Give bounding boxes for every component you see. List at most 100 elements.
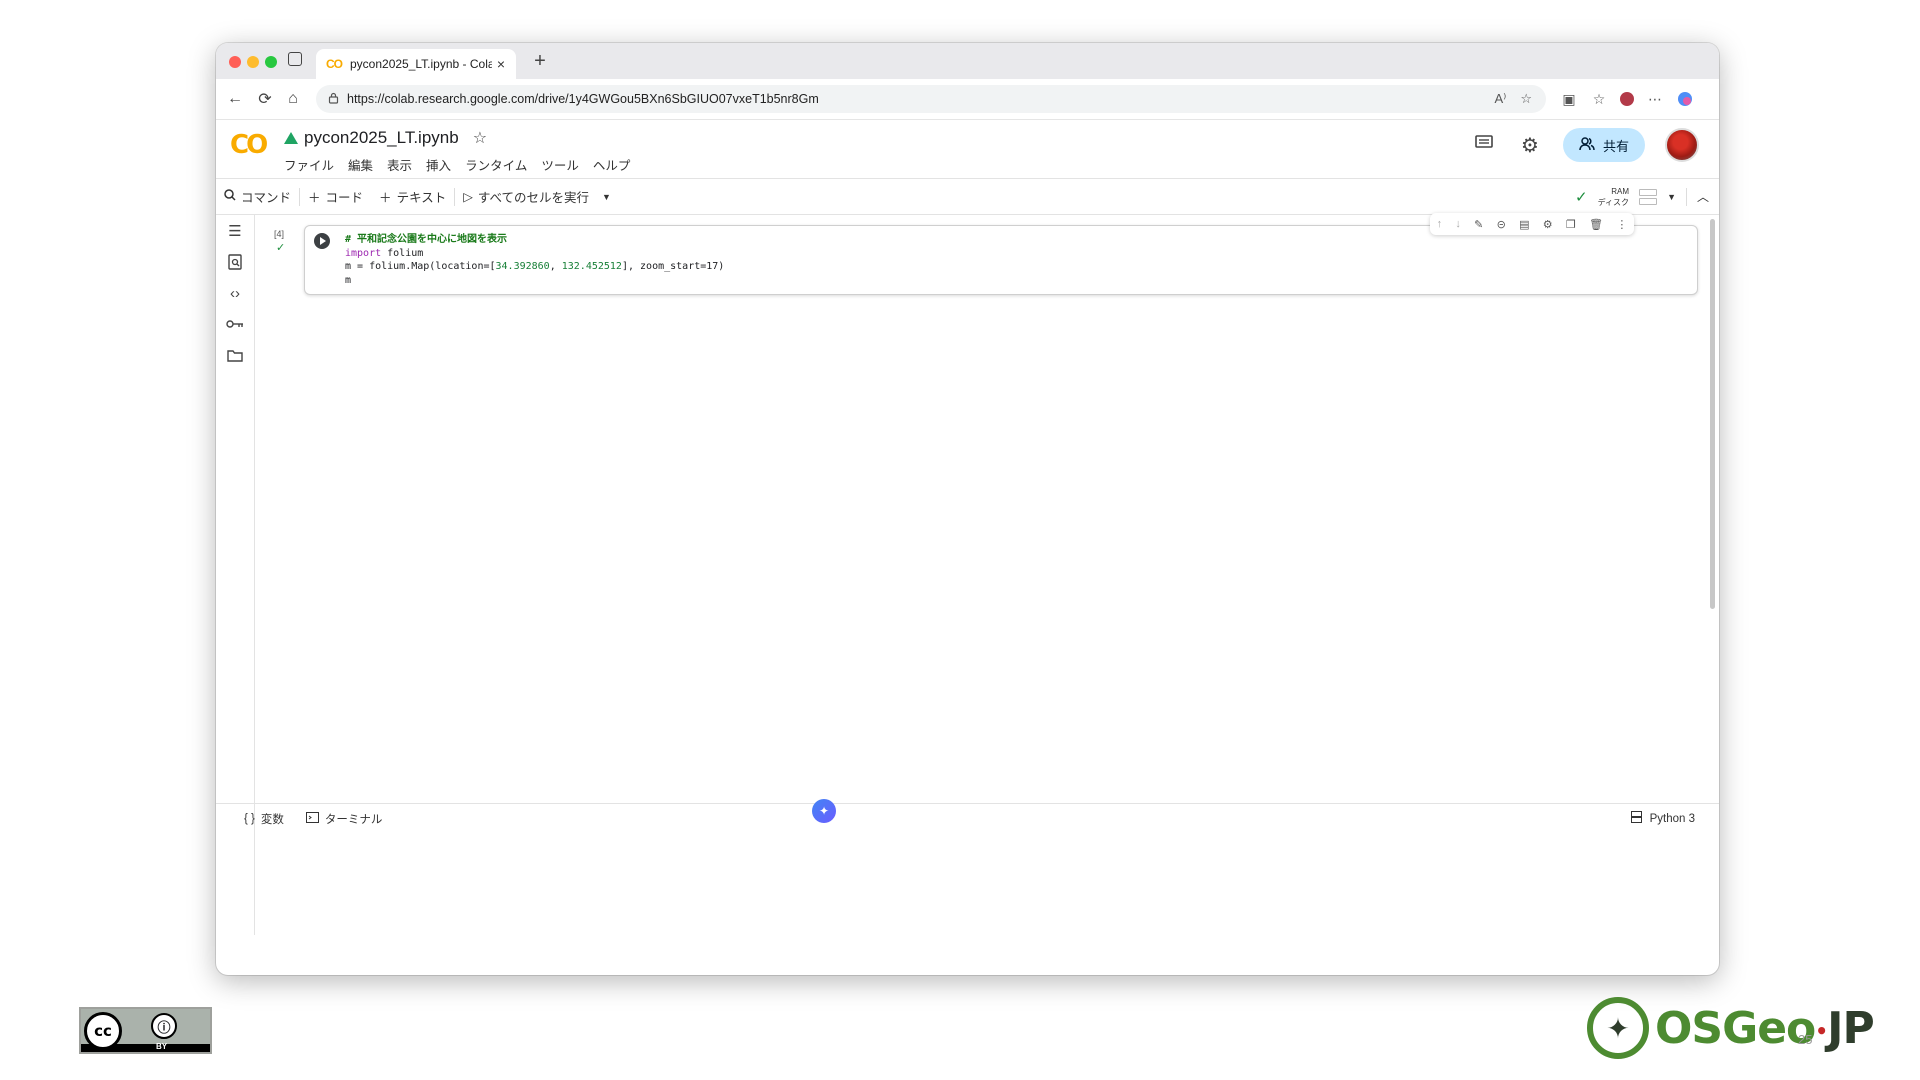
code-keyword: import (345, 247, 382, 259)
menu-edit[interactable]: 編集 (348, 155, 373, 174)
more-vert-icon[interactable]: ⋮ (1616, 218, 1627, 231)
account-avatar[interactable] (1665, 128, 1699, 162)
menu-help[interactable]: ヘルプ (593, 155, 631, 174)
split-screen-icon[interactable]: ▣ (1558, 88, 1580, 110)
code-text: , (549, 261, 562, 272)
profile-icon[interactable] (1616, 88, 1638, 110)
new-tab-button[interactable]: + (528, 49, 552, 73)
variables-button[interactable]: { } 変数 (244, 811, 284, 827)
runtime-status[interactable]: Python 3 (1630, 811, 1695, 826)
colab-favicon-icon: CO (326, 57, 343, 71)
code-number: 34.392860 (495, 261, 550, 272)
run-cell-button[interactable] (314, 233, 330, 249)
resource-bars (1639, 188, 1658, 205)
people-icon (1579, 136, 1595, 154)
disk-label: ディスク (1597, 197, 1630, 207)
terminal-icon (305, 812, 319, 826)
settings-gear-icon[interactable]: ⚙ (1517, 133, 1543, 158)
comment-icon[interactable] (1471, 134, 1497, 157)
text-label: テキスト (396, 191, 447, 205)
read-aloud-icon[interactable]: A⁾ (1494, 91, 1506, 107)
tab-close-icon[interactable]: × (492, 56, 510, 72)
page-number: 25 (1798, 1032, 1813, 1047)
url-text[interactable]: https://colab.research.google.com/drive/… (347, 92, 1494, 106)
close-window-button[interactable] (229, 56, 241, 68)
cc-logo: cc (84, 1012, 122, 1050)
variables-label: 変数 (260, 814, 284, 826)
resource-monitor[interactable]: RAM ディスク (1598, 186, 1629, 208)
code-snippets-icon[interactable]: ‹› (225, 283, 245, 303)
command-palette-button[interactable]: コマンド (216, 179, 299, 214)
secrets-key-icon[interactable] (225, 314, 245, 334)
tab-bar: CO pycon2025_LT.ipynb - Colab × + (216, 43, 1719, 79)
gemini-icon[interactable]: ✦ (812, 799, 836, 823)
table-of-contents-icon[interactable]: ☰ (225, 221, 245, 241)
address-bar[interactable]: https://colab.research.google.com/drive/… (316, 85, 1546, 113)
back-icon[interactable]: ← (224, 88, 246, 110)
collections-icon[interactable]: ☆ (1588, 88, 1610, 110)
status-bar: { } 変数 ターミナル (216, 803, 1719, 834)
collapse-chevron-up-icon[interactable]: ︿ (1697, 188, 1709, 205)
code-text: ], zoom_start=17) (621, 261, 725, 272)
tab-title: pycon2025_LT.ipynb - Colab (350, 57, 492, 71)
mirror-cell-icon[interactable]: ❐ (1566, 218, 1576, 231)
execution-count: [4] (274, 229, 285, 239)
notebook-title[interactable]: pycon2025_LT.ipynb (304, 128, 459, 148)
vertical-scrollbar[interactable] (1710, 219, 1715, 609)
toolbar-right: ✓ RAM ディスク ▼ ︿ (1575, 179, 1709, 214)
play-icon: ▷ (463, 190, 473, 204)
reload-icon[interactable]: ⟳ (254, 88, 276, 110)
comment-icon[interactable]: ▤ (1519, 218, 1529, 231)
drive-icon[interactable] (284, 132, 298, 144)
osgeo-compass-icon (1587, 997, 1649, 1059)
menu-view[interactable]: 表示 (387, 155, 412, 174)
move-down-icon[interactable]: ↓ (1455, 218, 1461, 230)
terminal-button[interactable]: ターミナル (305, 811, 383, 827)
connected-check-icon: ✓ (1575, 188, 1588, 206)
folder-icon[interactable] (225, 345, 245, 365)
server-icon (1630, 811, 1642, 826)
search-icon (224, 189, 236, 204)
dropdown-arrow-icon[interactable]: ▼ (602, 192, 611, 202)
home-icon[interactable]: ⌂ (282, 88, 304, 110)
code-editor[interactable]: # 平和記念公園を中心に地図を表示 import folium m = foli… (345, 233, 724, 287)
browser-window: CO pycon2025_LT.ipynb - Colab × + ← ⟳ ⌂ … (216, 43, 1719, 975)
settings-gear-icon[interactable]: ⚙ (1543, 218, 1553, 231)
more-menu-icon[interactable]: ⋯ (1644, 88, 1666, 110)
menu-runtime[interactable]: ランタイム (465, 155, 527, 174)
colab-logo[interactable]: CO (230, 130, 268, 160)
code-text: m = folium.Map(location=[ (345, 261, 496, 272)
magic-wand-icon[interactable]: ✎ (1474, 218, 1483, 231)
tab-overview-icon[interactable] (288, 52, 302, 66)
maximize-window-button[interactable] (265, 56, 277, 68)
add-text-button[interactable]: ＋ テキスト (371, 179, 454, 214)
active-tab[interactable]: CO pycon2025_LT.ipynb - Colab × (316, 49, 516, 79)
osgeo-jp-logo: OSGeo•JP (1587, 997, 1875, 1059)
add-code-button[interactable]: ＋ コード (300, 179, 371, 214)
menu-tools[interactable]: ツール (541, 155, 579, 174)
by-label: BY (156, 1042, 168, 1051)
attribution-person-icon: ⓘ (151, 1013, 177, 1039)
terminal-label: ターミナル (324, 814, 383, 826)
run-all-label: すべてのセルを実行 (477, 191, 589, 205)
share-label: 共有 (1602, 138, 1629, 154)
site-info-icon[interactable] (328, 92, 339, 107)
code-text: m (345, 274, 352, 286)
menu-insert[interactable]: 挿入 (426, 155, 451, 174)
minimize-window-button[interactable] (247, 56, 259, 68)
execution-success-check-icon: ✓ (276, 242, 286, 254)
run-all-button[interactable]: ▷ すべてのセルを実行 ▼ (455, 179, 619, 214)
link-icon[interactable]: ⊝ (1497, 218, 1506, 231)
copilot-icon[interactable] (1674, 88, 1696, 110)
menu-file[interactable]: ファイル (284, 155, 334, 174)
code-number: 132.452512 (561, 261, 622, 272)
favorite-star-icon[interactable]: ☆ (1520, 91, 1532, 107)
ram-label: RAM (1611, 186, 1630, 196)
find-icon[interactable] (225, 252, 245, 272)
delete-trash-icon[interactable]: 🗑 (1589, 218, 1603, 231)
move-up-icon[interactable]: ↑ (1437, 218, 1443, 230)
star-icon[interactable]: ☆ (473, 128, 487, 148)
code-cell[interactable]: # 平和記念公園を中心に地図を表示 import folium m = foli… (304, 225, 1698, 295)
share-button[interactable]: 共有 (1562, 128, 1645, 162)
runtime-dropdown-icon[interactable]: ▼ (1667, 192, 1676, 202)
